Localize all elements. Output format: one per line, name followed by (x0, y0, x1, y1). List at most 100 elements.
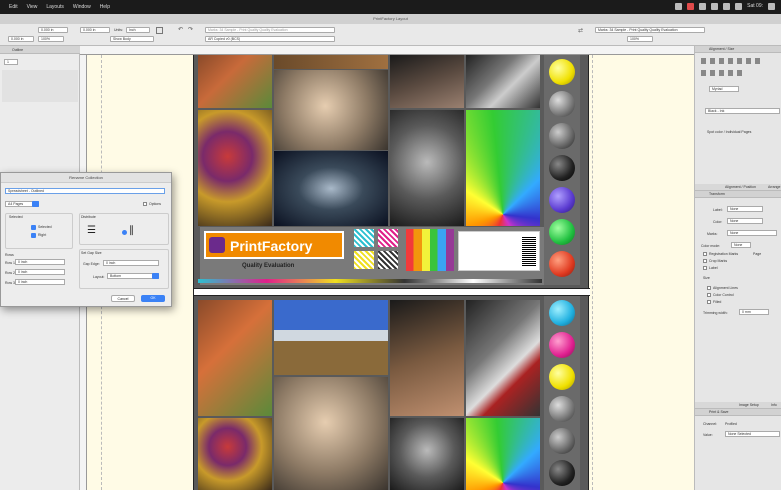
photo-old-man[interactable] (390, 110, 464, 226)
photo-woman-dark[interactable] (390, 300, 464, 416)
menu-help[interactable]: Help (100, 4, 110, 10)
test-patch-magenta[interactable] (378, 229, 398, 247)
row-field[interactable]: 0 inch (15, 279, 65, 285)
marks-select[interactable]: Marks: 34 Sample - Print Quality Quality… (205, 27, 335, 33)
search-icon[interactable] (768, 3, 775, 10)
photo-woman-blonde[interactable] (274, 70, 388, 150)
battery-icon[interactable] (735, 3, 743, 10)
color-circle-purple[interactable] (549, 187, 575, 213)
units-select[interactable]: Inch (126, 27, 150, 33)
row-field[interactable]: 0 inch (15, 269, 65, 275)
font-field[interactable]: Myriad (709, 86, 739, 92)
sheet-divider (194, 288, 590, 296)
color-select[interactable]: None (727, 218, 763, 224)
distribute-horizontal-radio[interactable] (122, 230, 127, 235)
print-sheet[interactable]: PrintFactory Quality Evaluation (193, 55, 590, 490)
tray-icon[interactable] (687, 3, 695, 10)
options-checkbox[interactable] (143, 202, 147, 206)
distribute-vertical-icon[interactable]: ☰ (87, 225, 96, 236)
photo-canyon[interactable] (274, 55, 388, 69)
value-select[interactable]: None Selected (725, 431, 780, 437)
field-a[interactable]: 0.000 in (38, 27, 68, 33)
menu-window[interactable]: Window (73, 4, 91, 10)
right-zoom-field[interactable]: 100% (627, 36, 653, 42)
menu-view[interactable]: View (27, 4, 38, 10)
photo-woman-red-hair[interactable] (198, 55, 272, 108)
color-circle-red[interactable] (549, 251, 575, 277)
color-circle-yellow[interactable] (549, 59, 575, 85)
color-circle-magenta[interactable] (549, 332, 575, 358)
row-field[interactable]: 0 inch (15, 259, 65, 265)
rename-dialog: Rename Collection Spreadsheet - Outlined… (0, 172, 172, 307)
color-circle-green[interactable] (549, 219, 575, 245)
ruler-icon[interactable] (156, 27, 163, 34)
shuffle-icon[interactable]: ⇄ (578, 27, 583, 34)
option-checkbox[interactable] (707, 293, 711, 297)
profile-select[interactable]: AR Copied v0 (BCS) (205, 36, 335, 42)
photo-motorbike[interactable] (466, 300, 540, 416)
tab-arrange[interactable]: Arrange (768, 185, 780, 189)
label-checkbox[interactable] (703, 266, 707, 270)
test-patch-black[interactable] (378, 251, 398, 269)
color-circle-gray[interactable] (549, 91, 575, 117)
menu-layouts[interactable]: Layouts (46, 4, 64, 10)
cancel-button[interactable]: Cancel (111, 295, 135, 302)
undo-icon[interactable]: ↶ (178, 26, 183, 33)
test-patch-cyan[interactable] (354, 229, 374, 247)
guide-line[interactable] (592, 55, 593, 490)
name-field[interactable]: Spreadsheet - Outlined (5, 188, 165, 194)
info-label-card[interactable] (458, 231, 540, 271)
zoom-field[interactable]: 100% (38, 36, 64, 42)
horizontal-ruler[interactable] (80, 46, 694, 55)
photo-motorbike[interactable] (466, 55, 540, 108)
color-circle-gray[interactable] (549, 123, 575, 149)
option-checkbox[interactable] (707, 300, 711, 304)
field-b[interactable]: 0.000 in (80, 27, 110, 33)
color-circle-column (544, 55, 580, 285)
photo-fruit[interactable] (198, 418, 272, 490)
left-panel-field[interactable]: 1 (4, 59, 18, 65)
distribute-horizontal-icon[interactable]: ∥ (129, 225, 134, 236)
color-circle-black[interactable] (549, 460, 575, 486)
field-c[interactable]: 0.000 in (8, 36, 34, 42)
fit-select[interactable]: Show Body (110, 36, 154, 42)
color-circle-cyan[interactable] (549, 300, 575, 326)
tab-info[interactable]: Info (771, 403, 777, 407)
photo-woman-dark[interactable] (390, 55, 464, 108)
photo-pencils[interactable] (466, 110, 540, 226)
marks-select[interactable]: None (727, 230, 777, 236)
tab-image-setup[interactable]: Image Setup (739, 403, 759, 407)
color-circle-gray[interactable] (549, 396, 575, 422)
right-checkbox[interactable] (31, 233, 36, 238)
ok-button[interactable]: OK (141, 295, 165, 302)
photo-fruit[interactable] (198, 110, 272, 226)
color-circle-black[interactable] (549, 155, 575, 181)
tray-icon[interactable] (699, 3, 707, 10)
test-patch-yellow[interactable] (354, 251, 374, 269)
label-select[interactable]: None (727, 206, 763, 212)
tray-icon[interactable] (711, 3, 719, 10)
color-mode-select[interactable]: None (731, 242, 751, 248)
style-select[interactable]: Black - Ink (705, 108, 780, 114)
photo-woman-blonde[interactable] (274, 377, 388, 490)
redo-icon[interactable]: ↷ (188, 26, 193, 33)
color-grid[interactable] (406, 229, 454, 271)
photo-old-man[interactable] (390, 418, 464, 490)
color-circle-gray[interactable] (549, 428, 575, 454)
tab-alignment[interactable]: Alignment / Position (725, 185, 756, 189)
right-marks-field[interactable]: Marks: 34 Sample - Print Quality Quality… (595, 27, 705, 33)
menu-edit[interactable]: Edit (9, 4, 18, 10)
wifi-icon[interactable] (723, 3, 731, 10)
photo-pencils[interactable] (466, 418, 540, 490)
registration-marks-checkbox[interactable] (703, 252, 707, 256)
trimming-field[interactable]: 0 mm (739, 309, 769, 315)
gap-field[interactable]: 0 inch (103, 260, 159, 266)
crop-marks-checkbox[interactable] (703, 259, 707, 263)
photo-tunnel[interactable] (274, 151, 388, 226)
tray-icon[interactable] (675, 3, 683, 10)
color-circle-yellow[interactable] (549, 364, 575, 390)
selected-checkbox[interactable] (31, 225, 36, 230)
photo-geysers[interactable] (274, 300, 388, 375)
photo-woman-red-hair[interactable] (198, 300, 272, 416)
option-checkbox[interactable] (707, 286, 711, 290)
